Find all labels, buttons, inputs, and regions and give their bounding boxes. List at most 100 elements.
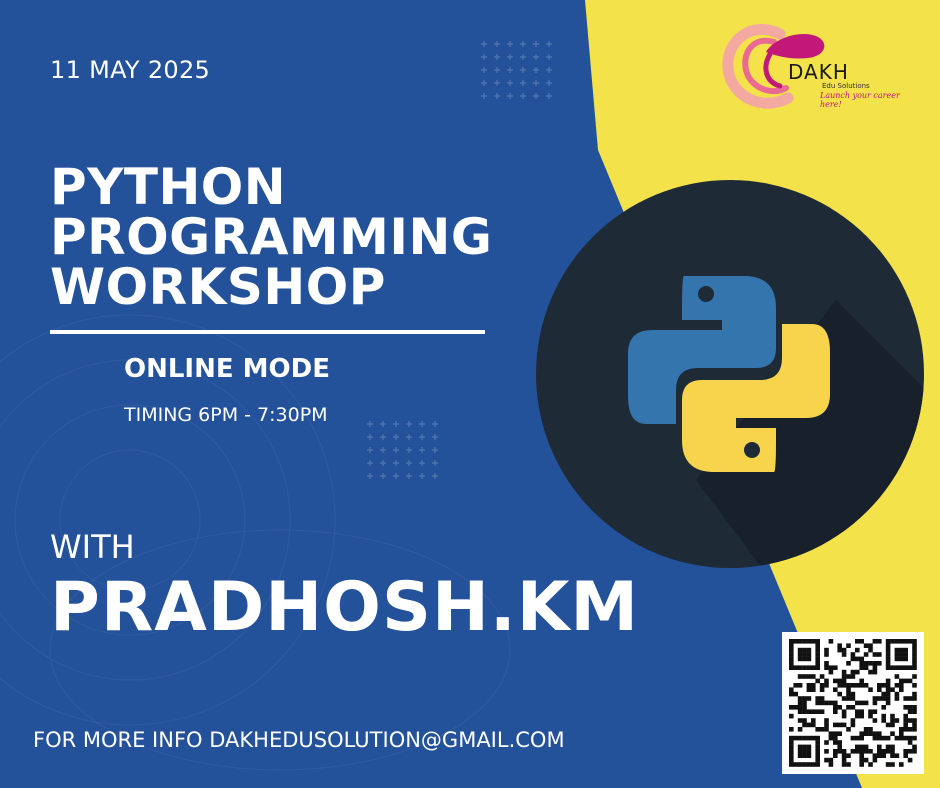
qr-module — [912, 639, 917, 644]
qr-module — [846, 687, 851, 692]
plus-mark — [507, 54, 513, 60]
qr-module — [859, 757, 864, 763]
qr-module — [815, 656, 820, 662]
qr-module — [841, 647, 847, 653]
qr-module — [841, 669, 847, 675]
qr-module — [872, 753, 878, 758]
qr-module — [899, 687, 904, 692]
qr-module — [903, 713, 908, 719]
qr-module — [872, 735, 878, 741]
qr-module — [907, 749, 913, 754]
qr-module — [824, 647, 829, 653]
qr-module — [912, 735, 917, 741]
qr-module — [877, 744, 882, 750]
dakh-logo: DAKH Edu Solutions Launch your career he… — [722, 20, 922, 115]
plus-mark — [520, 93, 526, 99]
qr-module — [789, 661, 794, 666]
plus-mark — [520, 54, 526, 60]
qr-module — [841, 749, 847, 754]
qr-module — [846, 691, 851, 697]
plus-mark — [367, 421, 373, 427]
qr-module — [802, 696, 807, 701]
qr-module — [872, 652, 878, 657]
qr-module — [833, 705, 838, 710]
qr-module — [802, 656, 807, 662]
qr-module — [881, 696, 886, 701]
qr-module — [868, 643, 873, 648]
plus-mark — [507, 67, 513, 73]
plus-mark — [406, 447, 412, 453]
qr-module — [859, 753, 864, 758]
qr-module — [885, 749, 891, 754]
qr-module — [850, 674, 856, 679]
qr-module — [797, 683, 803, 688]
qr-module — [872, 700, 878, 706]
qr-module — [899, 735, 904, 741]
with-label: WITH — [50, 528, 135, 566]
qr-module — [881, 718, 886, 723]
qr-module — [789, 713, 794, 719]
qr-module — [828, 639, 834, 644]
qr-module — [828, 762, 834, 767]
qr-module — [819, 727, 825, 732]
plus-mark — [393, 460, 399, 466]
plus-mark — [481, 54, 487, 60]
logo-subtitle: Edu Solutions — [822, 82, 870, 90]
qr-module — [894, 683, 900, 688]
plus-grid-decoration — [481, 41, 552, 99]
plus-mark — [419, 421, 425, 427]
qr-module — [837, 647, 842, 653]
qr-module — [877, 696, 882, 701]
qr-module — [802, 718, 807, 723]
qr-module — [912, 696, 917, 701]
qr-module — [894, 696, 900, 701]
qr-module — [899, 731, 904, 736]
qr-module — [859, 762, 864, 767]
qr-module — [833, 687, 838, 692]
title-divider — [50, 330, 485, 334]
qr-module — [811, 665, 816, 670]
plus-mark — [393, 473, 399, 479]
qr-module — [793, 665, 798, 670]
logo-tagline: Launch your career here! — [820, 91, 900, 109]
title-line: PYTHON — [50, 158, 287, 216]
qr-module — [863, 652, 869, 657]
qr-module — [833, 678, 838, 684]
qr-module — [797, 709, 803, 714]
qr-module — [802, 639, 807, 644]
qr-module — [859, 661, 864, 666]
qr-module — [797, 753, 803, 758]
qr-module — [837, 691, 842, 697]
qr-module — [899, 727, 904, 732]
qr-module — [859, 683, 864, 688]
qr-module — [903, 647, 908, 653]
qr-module — [899, 762, 904, 767]
qr-module — [806, 687, 812, 692]
qr-module — [881, 753, 886, 758]
plus-mark — [481, 93, 487, 99]
qr-module — [837, 678, 842, 684]
qr-module — [797, 727, 803, 732]
qr-module — [789, 652, 794, 657]
qr-module — [797, 696, 803, 701]
plus-mark — [380, 447, 386, 453]
qr-module — [890, 753, 895, 758]
qr-module — [806, 652, 812, 657]
qr-module — [797, 762, 803, 767]
qr-module — [903, 718, 908, 723]
plus-mark — [367, 460, 373, 466]
qr-module — [863, 700, 869, 706]
plus-mark — [432, 421, 438, 427]
qr-module — [899, 683, 904, 688]
event-timing: TIMING 6PM - 7:30PM — [124, 404, 328, 426]
qr-module — [789, 740, 794, 745]
qr-module — [797, 639, 803, 644]
qr-module — [894, 656, 900, 662]
qr-module — [789, 749, 794, 754]
qr-module — [841, 753, 847, 758]
qr-module — [859, 665, 864, 670]
qr-module — [885, 687, 891, 692]
qr-module — [885, 735, 891, 741]
qr-module — [890, 762, 895, 767]
qr-module — [846, 727, 851, 732]
